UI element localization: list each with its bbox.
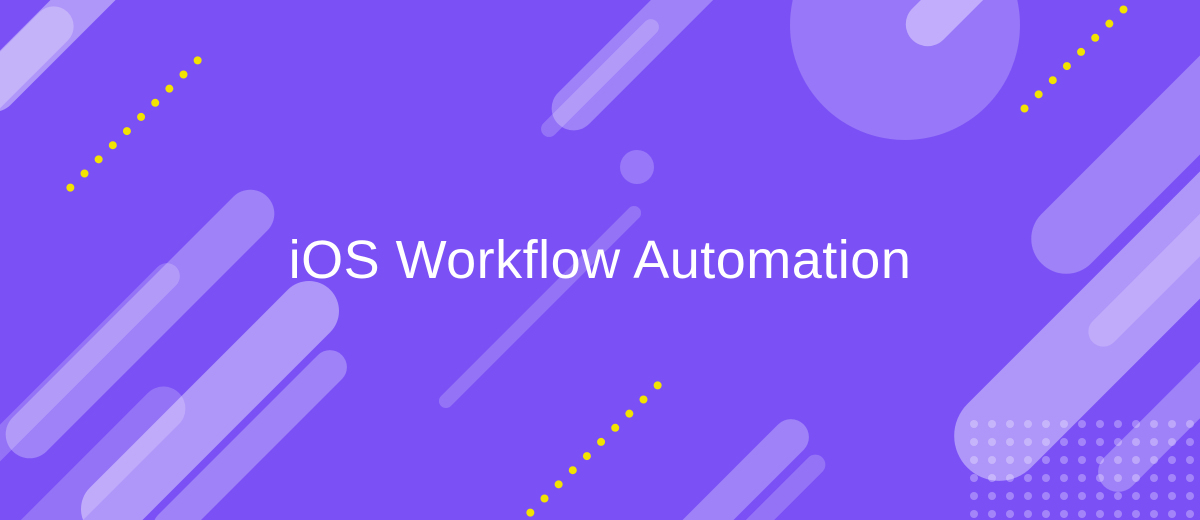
decorative-pill	[538, 16, 662, 140]
yellow-dots-decoration	[65, 55, 204, 194]
dot-grid-decoration	[970, 420, 1200, 518]
decorative-pill	[664, 412, 817, 520]
decorative-pill	[0, 0, 82, 182]
banner-title: iOS Workflow Automation	[289, 229, 912, 291]
yellow-dots-decoration	[525, 380, 664, 519]
banner: iOS Workflow Automation	[0, 0, 1200, 520]
yellow-dots-decoration	[1019, 4, 1129, 114]
decorative-circle	[620, 150, 654, 184]
